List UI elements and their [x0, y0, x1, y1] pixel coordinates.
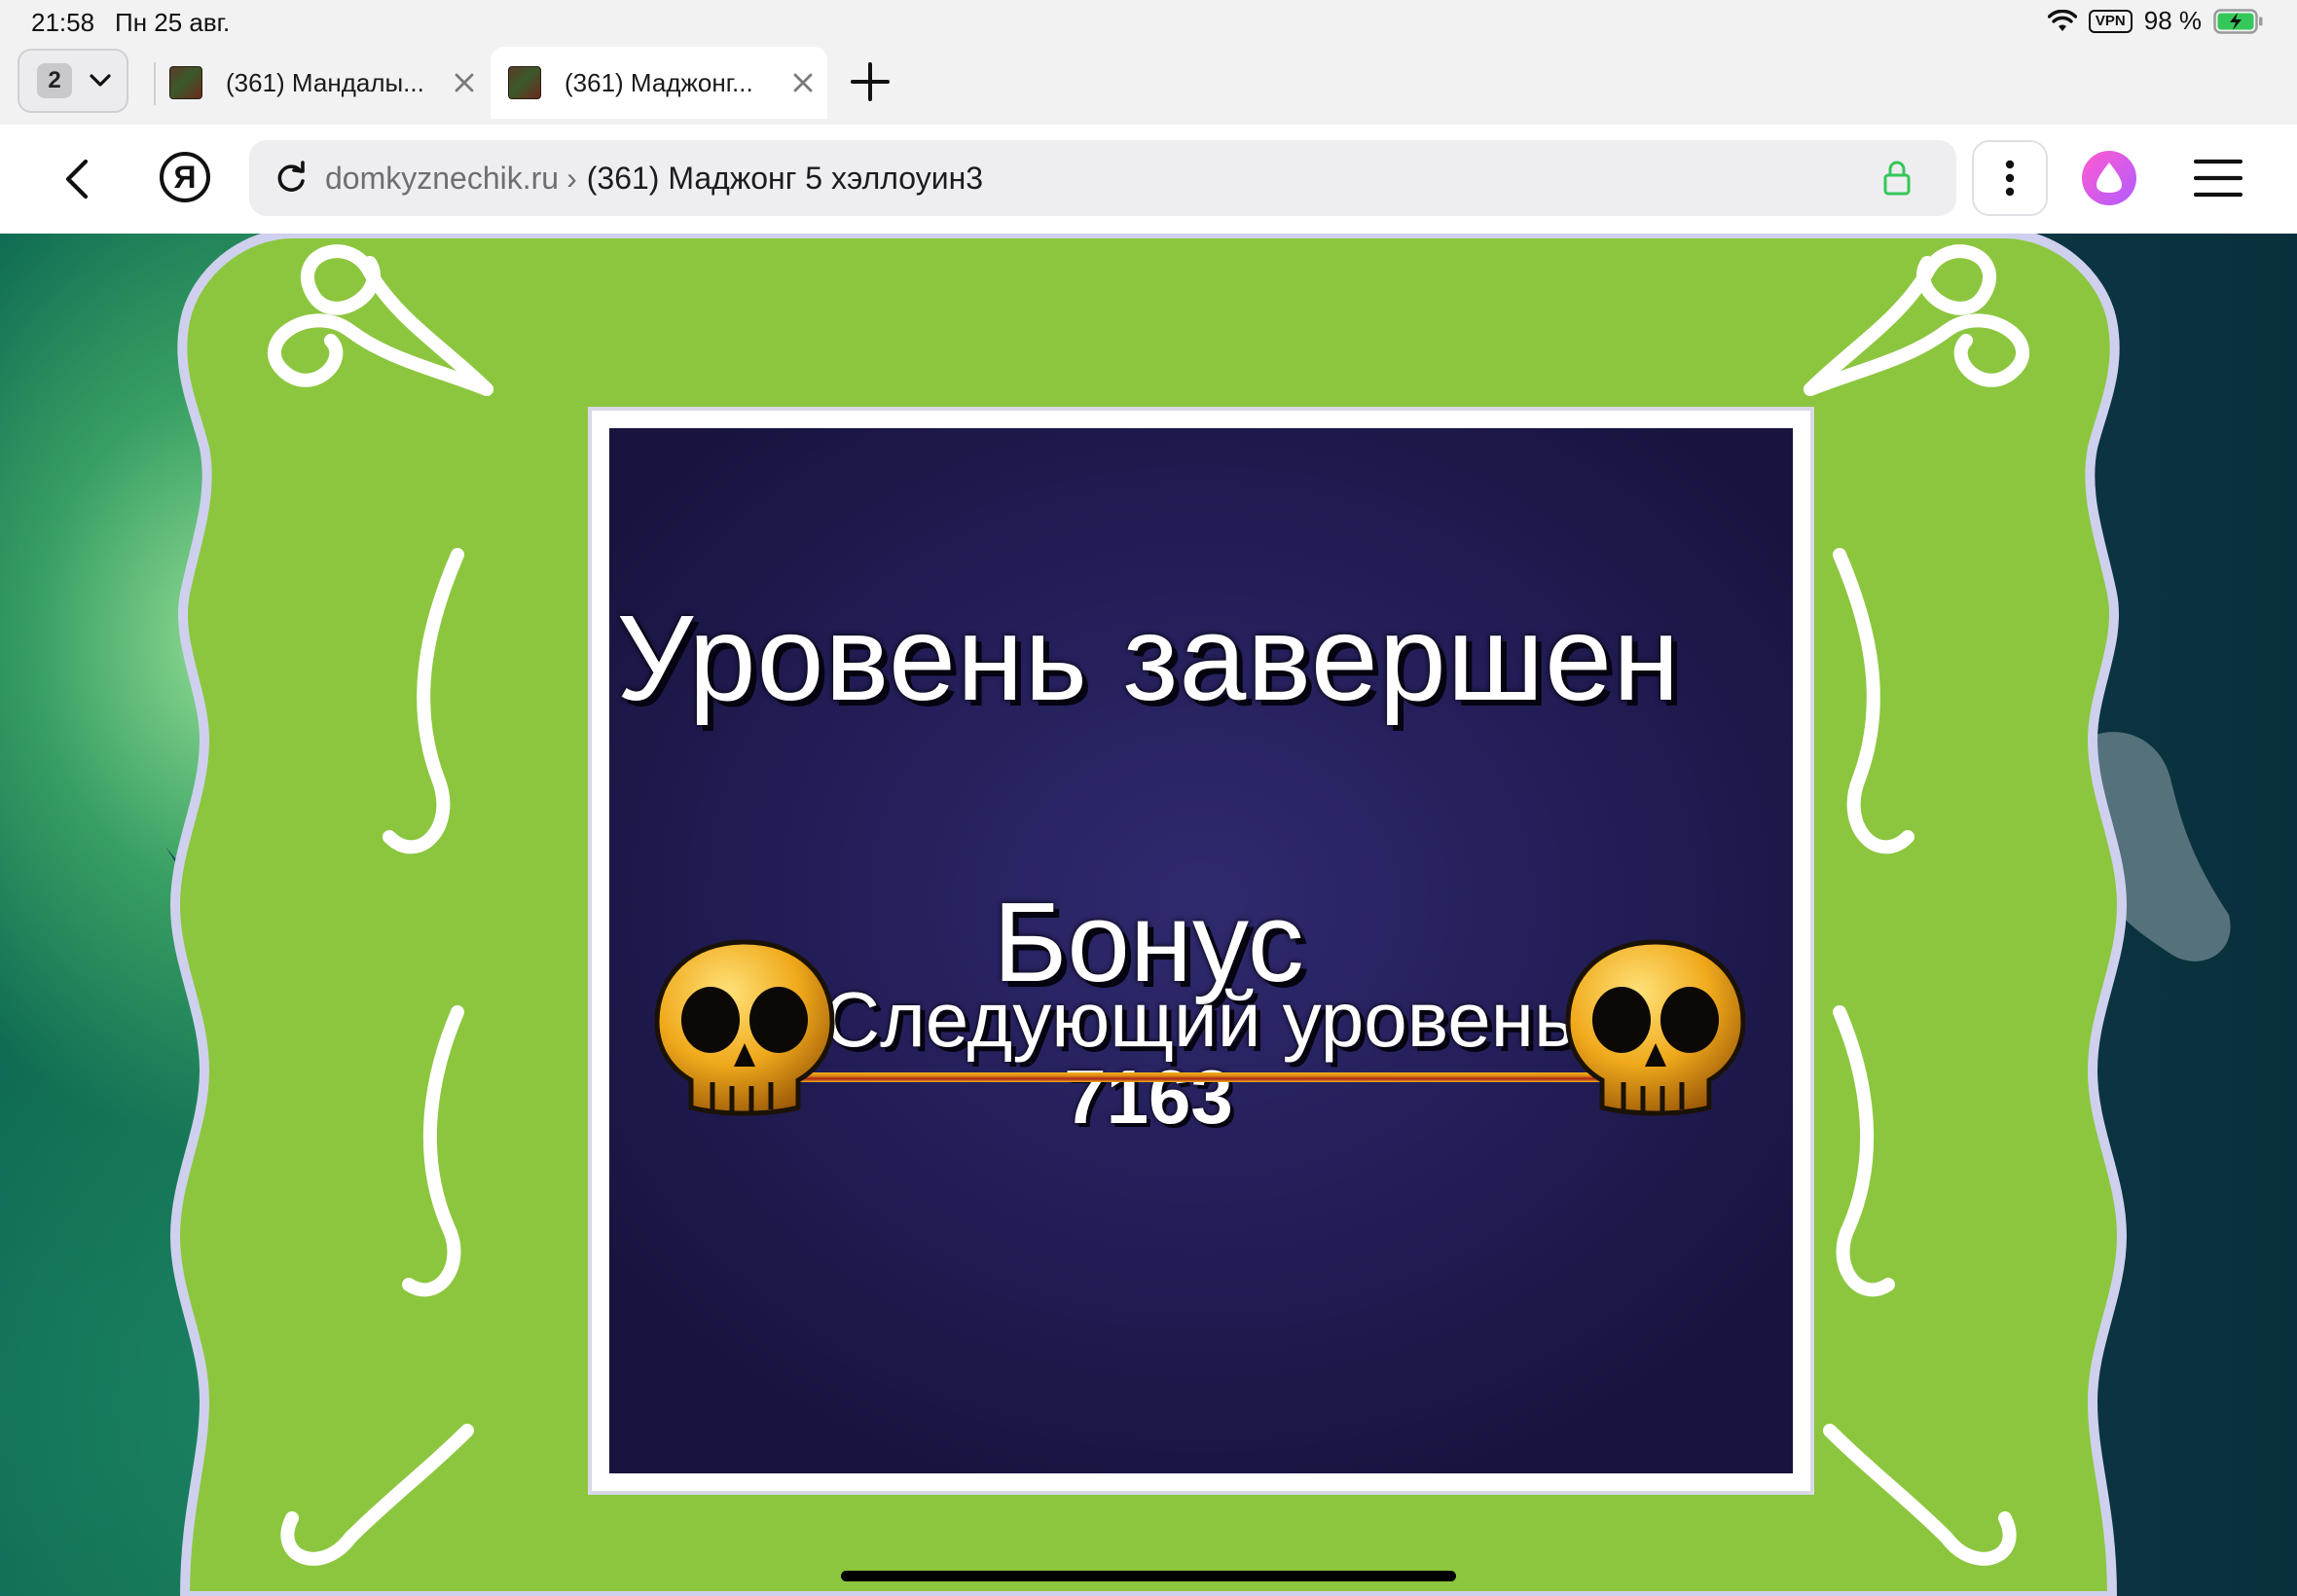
lock-icon[interactable]	[1882, 160, 1912, 197]
skull-icon	[654, 939, 835, 1116]
game-canvas[interactable]: Уровень завершен Бонус 7163 Следующий ур…	[0, 234, 2297, 1596]
address-field[interactable]: domkyznechik.ru › (361) Маджонг 5 хэллоу…	[249, 140, 1956, 216]
home-indicator[interactable]	[841, 1571, 1456, 1581]
url-page-title: (361) Маджонг 5 хэллоуин3	[586, 160, 984, 196]
wifi-icon	[2047, 9, 2077, 31]
reload-icon[interactable]	[273, 160, 310, 197]
tab-mandaly[interactable]: (361) Мандалы...	[169, 47, 481, 119]
new-tab-plus-icon[interactable]	[845, 56, 895, 107]
url-domain: domkyznechik.ru	[325, 160, 560, 196]
battery-percent: 98 %	[2143, 6, 2202, 35]
browser-toolbar: Я domkyznechik.ru › (361) Маджонг 5 хэлл…	[0, 125, 2297, 234]
status-bar: 21:58 Пн 25 авг. VPN 98 %	[0, 0, 2297, 45]
status-date: Пн 25 авг.	[115, 8, 231, 37]
site-favicon	[169, 66, 202, 99]
status-time: 21:58	[31, 8, 95, 37]
tab-separator	[154, 62, 156, 105]
site-favicon	[508, 66, 541, 99]
tab-count: 2	[37, 63, 72, 98]
alice-assistant-icon[interactable]	[2081, 150, 2137, 206]
close-icon[interactable]	[454, 72, 475, 93]
vpn-badge: VPN	[2088, 9, 2133, 33]
yandex-letter: Я	[173, 159, 197, 195]
tab-mahjong[interactable]: (361) Маджонг...	[491, 47, 827, 119]
tab-title: (361) Маджонг...	[565, 67, 753, 97]
url-separator: ›	[566, 160, 577, 196]
tab-strip: 2 (361) Мандалы... (361) Маджонг...	[0, 45, 2297, 125]
hamburger-menu-icon[interactable]	[2194, 156, 2242, 200]
close-icon[interactable]	[792, 72, 814, 93]
next-level-button[interactable]: Следующий уровень	[652, 934, 1746, 1129]
vertical-dots-icon	[2005, 160, 2015, 197]
skull-icon	[1565, 939, 1746, 1116]
screen: 21:58 Пн 25 авг. VPN 98 % 2 (361) Мандал…	[0, 0, 2297, 1596]
level-complete-title: Уровень завершен	[616, 592, 1681, 726]
button-underline	[798, 1072, 1602, 1082]
battery-charging-icon	[2213, 8, 2263, 34]
status-indicators: VPN 98 %	[2047, 6, 2264, 36]
tab-title: (361) Мандалы...	[226, 67, 424, 97]
tab-switcher-button[interactable]: 2	[18, 49, 128, 113]
back-arrow-icon[interactable]	[55, 156, 101, 202]
page-menu-button[interactable]	[1972, 140, 2048, 216]
yandex-logo-button[interactable]: Я	[160, 152, 210, 202]
chevron-down-icon	[90, 74, 111, 87]
